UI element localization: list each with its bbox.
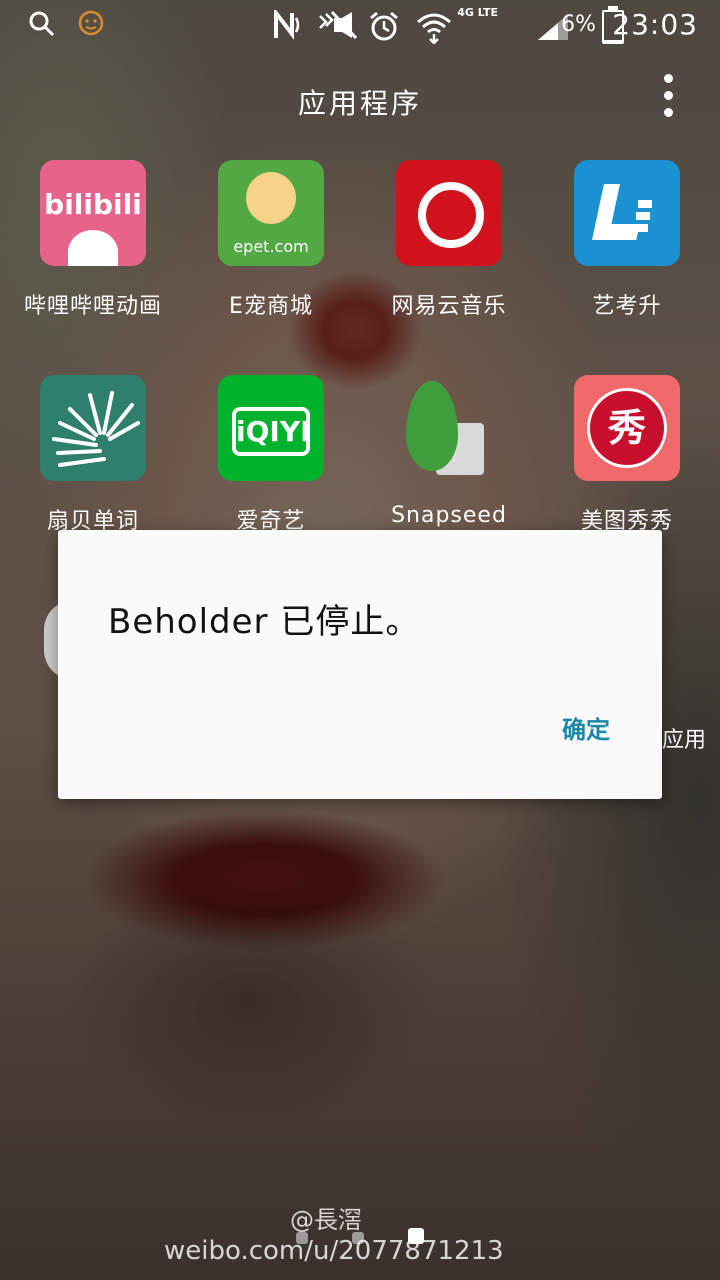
alarm-icon <box>370 11 398 41</box>
status-bar: 4G LTE 6% 23:03 <box>0 0 720 52</box>
ok-button[interactable]: 确定 <box>562 710 610 745</box>
app-label-partial: 应用 <box>662 728 707 753</box>
mute-icon <box>319 10 358 40</box>
app-bilibili[interactable]: bilibili 哔哩哔哩动画 <box>4 160 182 320</box>
watermark-url: weibo.com/u/2077871213 <box>164 1236 504 1266</box>
app-meitu[interactable]: 秀 美图秀秀 <box>538 375 716 535</box>
page-title: 应用程序 <box>297 87 422 120</box>
app-netease-music[interactable]: 网易云音乐 <box>360 160 538 320</box>
app-label: E宠商城 <box>229 294 313 319</box>
nfc-icon <box>274 10 300 40</box>
network-type: 4G LTE <box>457 6 498 19</box>
app-snapseed[interactable]: Snapseed <box>360 375 538 528</box>
app-stopped-dialog: Beholder 已停止。 确定 <box>58 530 662 799</box>
bilibili-icon: bilibili <box>40 160 146 266</box>
snapseed-icon <box>396 375 502 481</box>
app-label: 哔哩哔哩动画 <box>23 294 162 319</box>
app-label: 艺考升 <box>592 294 662 319</box>
clock: 23:03 <box>612 8 698 41</box>
app-epet[interactable]: epet.com E宠商城 <box>182 160 360 320</box>
shanbay-icon <box>40 375 146 481</box>
iqiyi-icon: iQIYI <box>218 375 324 481</box>
epet-icon: epet.com <box>218 160 324 266</box>
app-label: Snapseed <box>391 503 507 528</box>
search-icon <box>29 11 55 37</box>
meitu-icon: 秀 <box>574 375 680 481</box>
app-shanbay[interactable]: 扇贝单词 <box>4 375 182 535</box>
app-iqiyi[interactable]: iQIYI 爱奇艺 <box>182 375 360 535</box>
dialog-message: Beholder 已停止。 <box>108 602 421 642</box>
app-label: 网易云音乐 <box>391 294 507 319</box>
more-options-icon[interactable] <box>662 74 674 124</box>
wifi-icon <box>417 13 451 44</box>
battery-percent: 6% <box>561 12 596 37</box>
yikaosheng-icon <box>574 160 680 266</box>
netease-music-icon <box>396 160 502 266</box>
emoji-icon <box>78 10 104 36</box>
app-yikaosheng[interactable]: 艺考升 <box>538 160 716 320</box>
